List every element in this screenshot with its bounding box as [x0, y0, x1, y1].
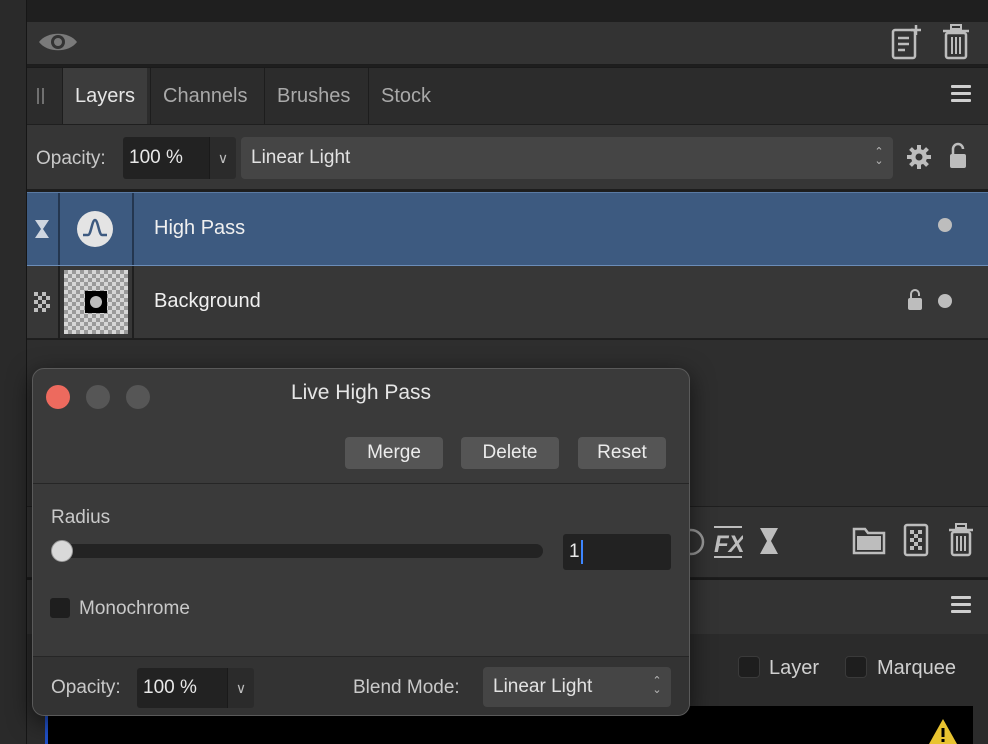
monochrome-label: Monochrome [79, 598, 190, 619]
updown-chevron-icon: ⌃ ⌄ [652, 675, 662, 696]
checkerboard-icon[interactable] [34, 292, 50, 312]
lower-panel-menu-icon[interactable] [951, 596, 971, 614]
monochrome-checkbox[interactable] [49, 597, 71, 619]
high-pass-filter-icon [77, 211, 113, 247]
layer-lock-icon[interactable] [907, 288, 923, 312]
layer-options-bar: Opacity: 100 % ∨ Linear Light ⌃ ⌄ [27, 124, 988, 191]
svg-text:FX: FX [714, 531, 743, 558]
delete-button[interactable]: Delete [461, 437, 559, 469]
layer-checkbox[interactable] [738, 656, 760, 678]
dialog-opacity-dropdown-button[interactable]: ∨ [227, 668, 254, 708]
fx-icon[interactable]: FX [713, 525, 743, 559]
marquee-checkbox[interactable] [845, 656, 867, 678]
reset-button[interactable]: Reset [578, 437, 666, 469]
dialog-blend-mode-value: Linear Light [493, 676, 593, 697]
layer-thumbnail [64, 270, 128, 334]
opacity-field[interactable]: 100 % [123, 137, 209, 179]
merge-button[interactable]: Merge [345, 437, 443, 469]
live-filter-hourglass-icon[interactable] [759, 527, 779, 555]
mask-icon[interactable] [903, 523, 929, 557]
tab-channels[interactable]: Channels [150, 68, 260, 124]
panel-menu-icon[interactable] [951, 85, 971, 103]
dialog-blend-mode-select[interactable]: Linear Light ⌃ ⌄ [483, 667, 671, 707]
eye-icon[interactable] [37, 28, 79, 56]
tab-layers[interactable]: Layers [62, 68, 148, 124]
radius-slider-track[interactable] [53, 544, 543, 558]
left-edge-strip [0, 0, 27, 744]
warning-icon [929, 719, 957, 744]
gear-icon[interactable] [906, 144, 932, 170]
top-panel-edge [27, 0, 988, 22]
layer-row-background[interactable]: Background [27, 266, 988, 339]
dialog-title: Live High Pass [290, 381, 432, 404]
marquee-checkbox-label: Marquee [877, 657, 956, 679]
live-high-pass-dialog: Live High Pass Merge Delete Reset Radius… [32, 368, 690, 716]
layer-name: Background [154, 290, 261, 312]
text-caret [580, 539, 583, 564]
blend-mode-label: Blend Mode: [353, 677, 460, 698]
updown-chevron-icon: ⌃ ⌄ [874, 146, 884, 167]
delete-layer-icon[interactable] [947, 523, 975, 557]
panel-tab-bar: Layers Channels Brushes Stock [27, 67, 988, 124]
dialog-opacity-field[interactable]: 100 % [137, 668, 227, 708]
top-toolbar [27, 22, 988, 65]
dialog-footer: Opacity: 100 % ∨ Blend Mode: Linear Ligh… [33, 657, 689, 715]
radius-label: Radius [51, 507, 111, 528]
visibility-dot[interactable] [938, 294, 952, 308]
radius-value: 1 [569, 541, 580, 562]
opacity-dropdown-button[interactable]: ∨ [209, 137, 236, 179]
blend-mode-select[interactable]: Linear Light ⌃ ⌄ [241, 137, 893, 179]
folder-icon[interactable] [852, 525, 886, 555]
panel-grip-handle[interactable] [37, 88, 44, 104]
tab-stock[interactable]: Stock [368, 68, 443, 124]
layer-row-high-pass[interactable]: High Pass [27, 192, 988, 266]
hourglass-icon[interactable] [34, 219, 50, 239]
trash-icon[interactable] [941, 24, 971, 60]
dialog-opacity-label: Opacity: [51, 677, 121, 698]
radius-slider-knob[interactable] [51, 540, 73, 562]
blend-mode-value: Linear Light [251, 147, 351, 168]
add-document-icon[interactable] [890, 24, 922, 60]
layer-checkbox-label: Layer [769, 657, 820, 679]
opacity-label: Opacity: [36, 148, 106, 169]
radius-input[interactable]: 1 [563, 534, 671, 570]
adjustment-icon[interactable] [687, 527, 707, 557]
visibility-dot[interactable] [938, 218, 952, 232]
tab-brushes[interactable]: Brushes [264, 68, 362, 124]
layer-name: High Pass [154, 217, 246, 239]
lock-icon[interactable] [948, 142, 968, 170]
